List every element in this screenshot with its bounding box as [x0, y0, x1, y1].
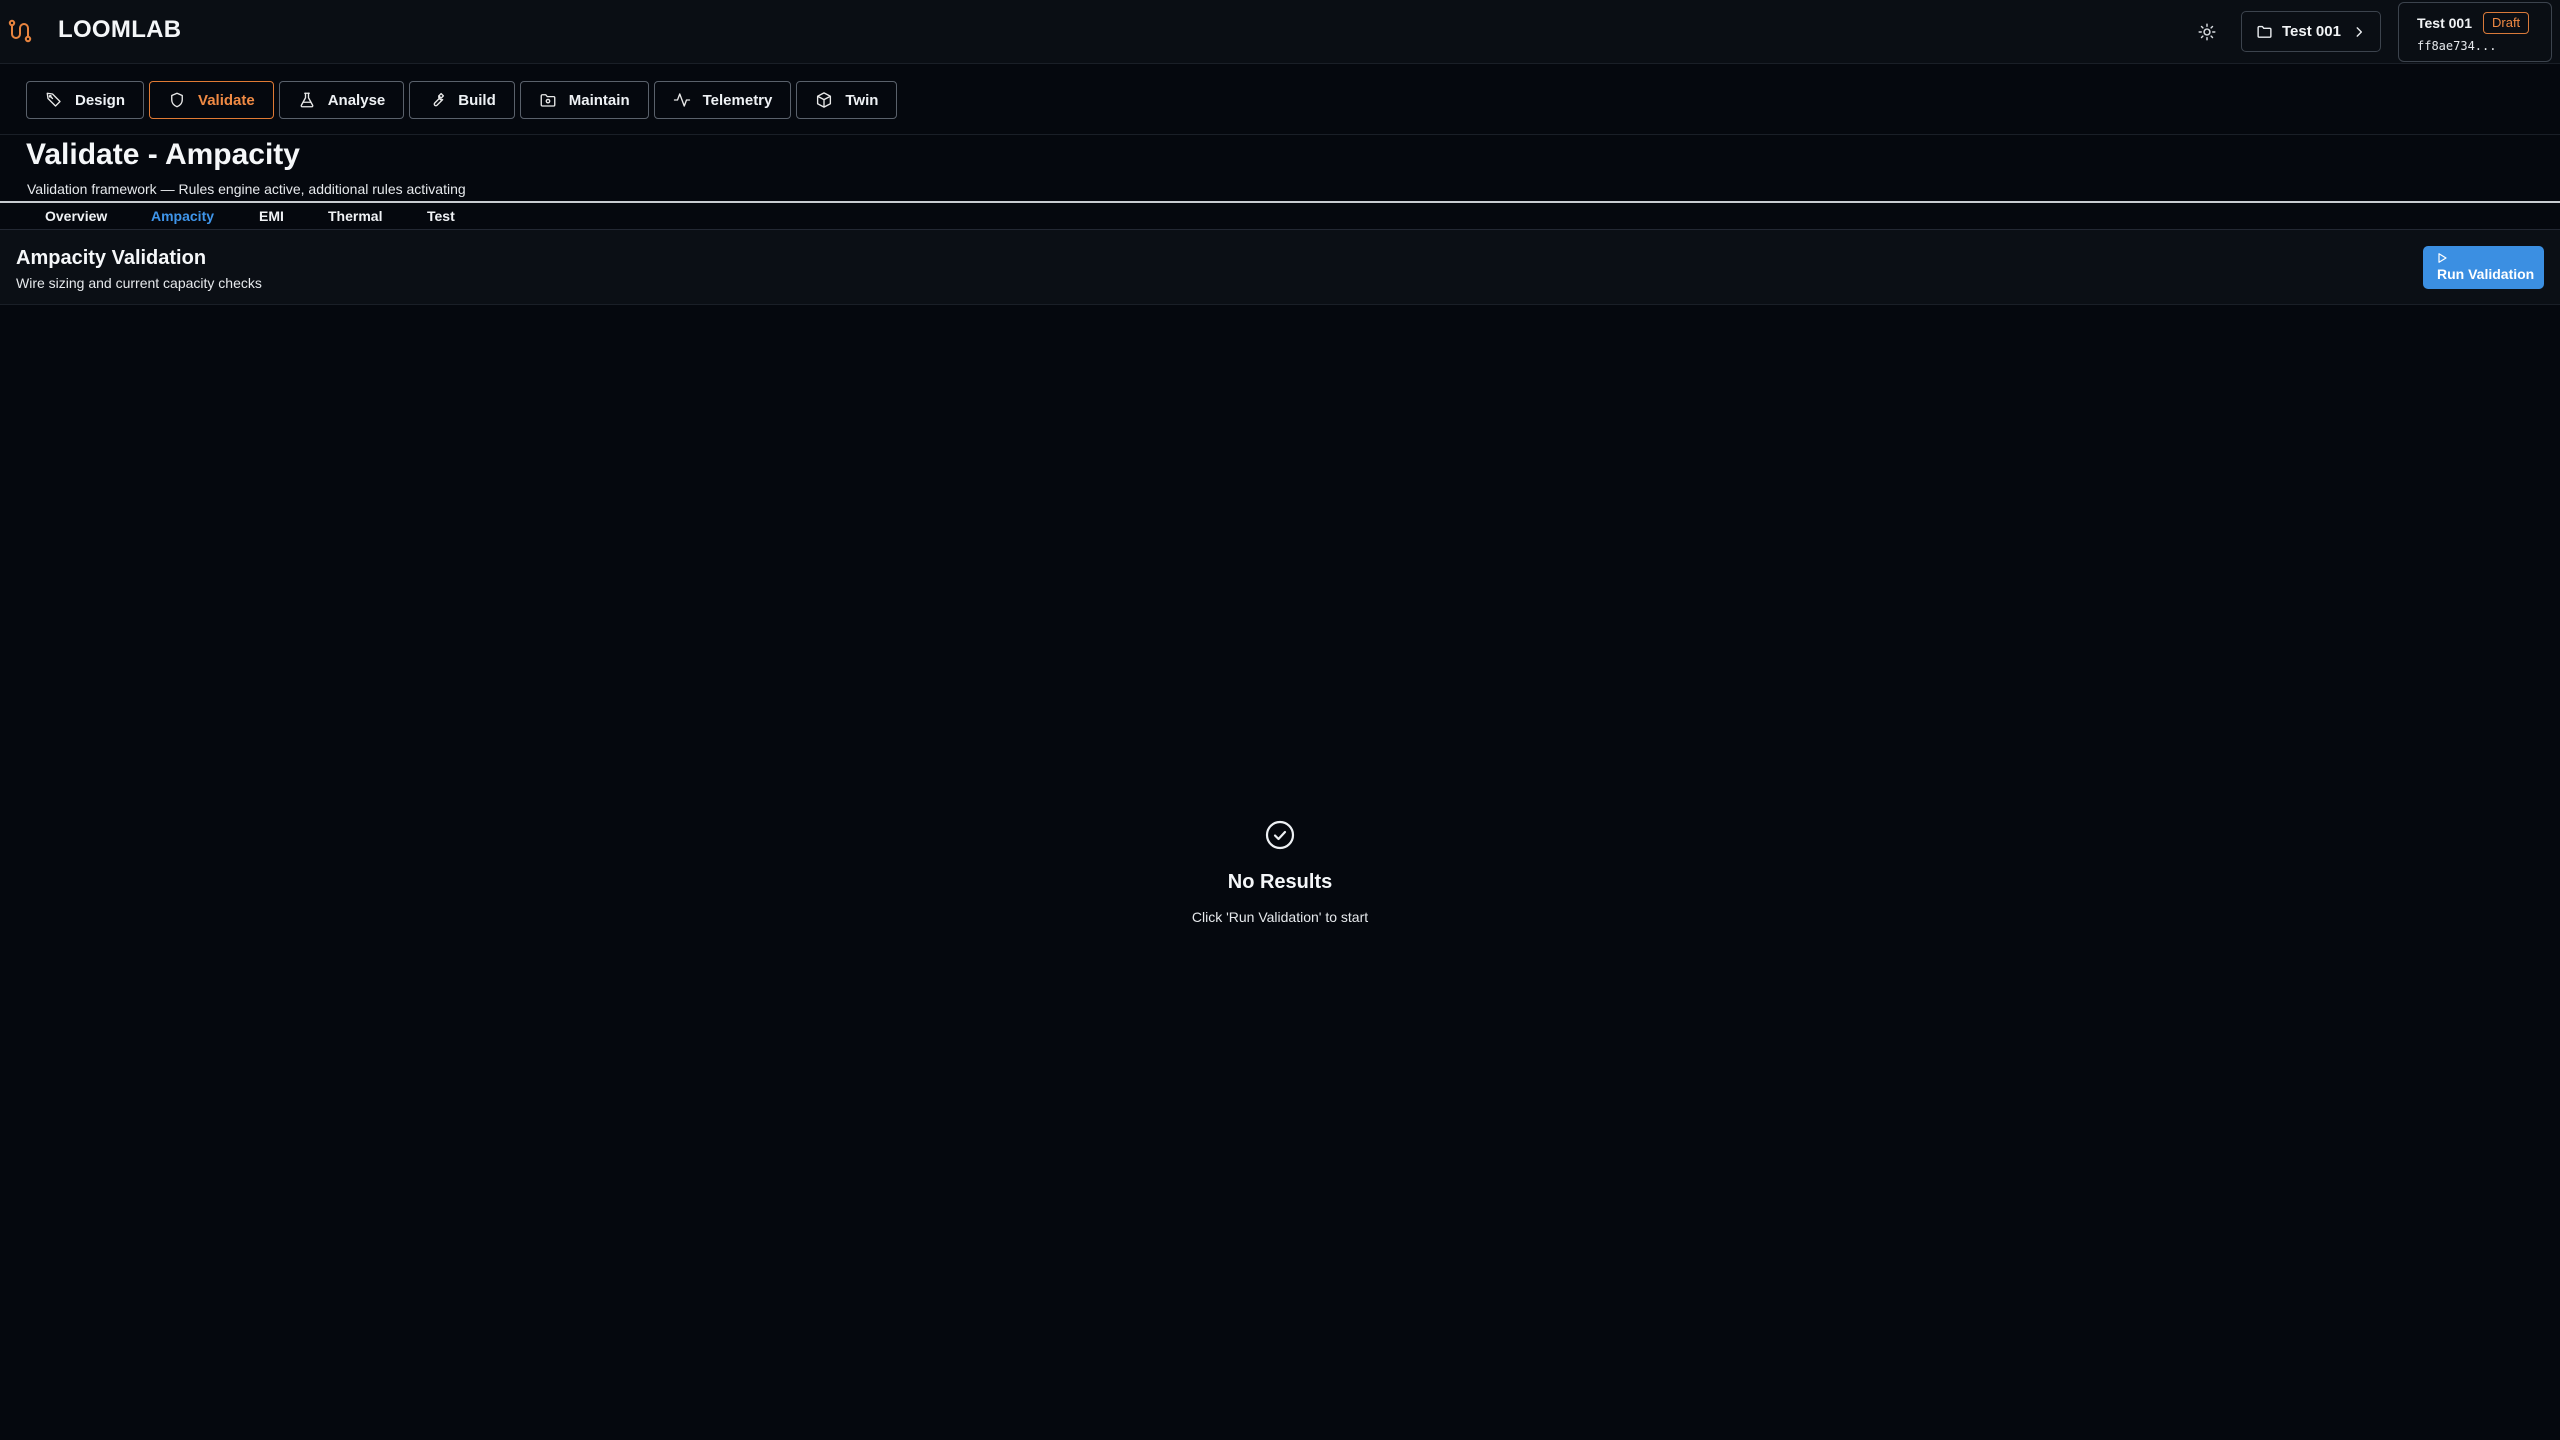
run-validation-label: Run Validation: [2437, 266, 2535, 282]
module-telemetry-button[interactable]: Telemetry: [653, 81, 792, 119]
run-validation-button[interactable]: Run Validation: [2423, 246, 2544, 289]
validation-subtabs: Overview Ampacity EMI Thermal Test: [0, 203, 2560, 230]
module-maintain-button[interactable]: Maintain: [519, 81, 649, 119]
section-subtitle: Wire sizing and current capacity checks: [16, 275, 262, 291]
pencil-ruler-icon: [46, 92, 61, 107]
revision-hash: ff8ae734...: [2417, 39, 2497, 53]
box-icon: [817, 92, 832, 108]
empty-state-message: Click 'Run Validation' to start: [1191, 909, 1369, 925]
folder-icon: [2257, 25, 2272, 38]
activity-icon: [673, 93, 690, 107]
project-selector-label: Test 001: [2282, 23, 2341, 40]
section-title: Ampacity Validation: [16, 247, 207, 269]
ampacity-section-header: Ampacity Validation Wire sizing and curr…: [0, 230, 2560, 305]
module-twin-button[interactable]: Twin: [796, 81, 898, 119]
draft-status-badge: Draft: [2483, 12, 2530, 34]
page-title: Validate - Ampacity: [26, 138, 300, 171]
page-subtitle: Validation framework — Rules engine acti…: [27, 181, 466, 197]
wrench-icon: [433, 92, 445, 107]
module-analyse-label: Analyse: [327, 91, 386, 109]
module-telemetry-label: Telemetry: [702, 91, 773, 109]
project-selector-button[interactable]: Test 001: [2241, 11, 2381, 52]
module-maintain-label: Maintain: [568, 91, 630, 109]
project-status-card[interactable]: Test 001 Draft ff8ae734...: [2398, 2, 2552, 62]
tab-emi[interactable]: EMI: [259, 203, 284, 230]
tab-overview[interactable]: Overview: [45, 203, 107, 230]
tab-ampacity[interactable]: Ampacity: [151, 203, 214, 230]
flask-icon: [300, 92, 314, 108]
project-name: Test 001: [2417, 15, 2472, 31]
shield-icon: [171, 92, 183, 108]
tab-thermal[interactable]: Thermal: [328, 203, 382, 230]
loomlab-logo-icon: [8, 19, 32, 43]
module-nav: Design Validate Analyse Build Maintain T…: [26, 81, 898, 119]
module-twin-label: Twin: [845, 91, 879, 109]
module-validate-button[interactable]: Validate: [149, 81, 274, 119]
brand-name: LOOMLAB: [58, 16, 182, 43]
module-validate-label: Validate: [198, 91, 255, 109]
module-design-button[interactable]: Design: [26, 81, 145, 119]
theme-toggle-sun-icon[interactable]: [2196, 21, 2218, 43]
module-analyse-button[interactable]: Analyse: [278, 81, 405, 119]
play-icon: [2438, 253, 2447, 263]
top-header: LOOMLAB Test 001 Test 001 Draft ff8ae734…: [0, 0, 2560, 64]
empty-state-title: No Results: [1227, 871, 1333, 893]
chevron-right-icon: [2352, 25, 2366, 39]
divider: [0, 134, 2560, 135]
module-design-label: Design: [75, 91, 126, 109]
module-build-label: Build: [458, 91, 496, 109]
check-circle-icon: [1265, 820, 1295, 850]
folder-cog-icon: [540, 94, 556, 107]
tab-test[interactable]: Test: [427, 203, 455, 230]
module-build-button[interactable]: Build: [409, 81, 515, 119]
